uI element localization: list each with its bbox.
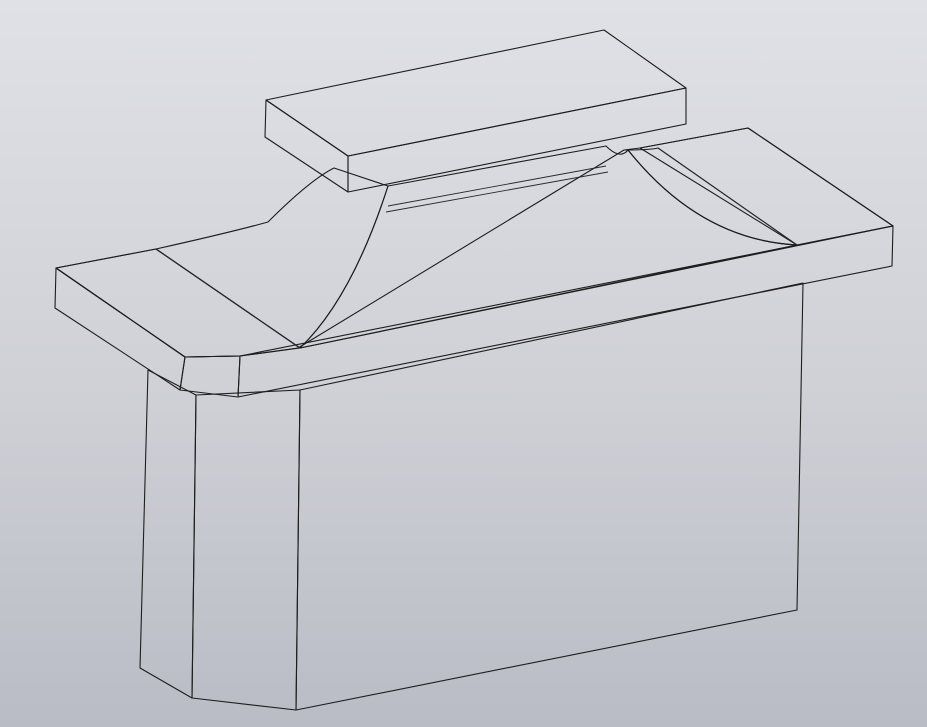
3d-part-model[interactable]: [0, 0, 927, 727]
body-front-face: [295, 282, 804, 711]
flange-top-face: [55, 127, 894, 358]
top-plate-left-face: [264, 99, 349, 193]
flange-left-seam: [155, 248, 301, 349]
neck-right-fillet: [623, 147, 798, 246]
flange-chamfer-face: [179, 355, 241, 398]
neck: [155, 145, 798, 349]
flange: [54, 127, 894, 398]
neck-seam-upper: [387, 165, 607, 207]
3d-viewport[interactable]: [0, 0, 927, 727]
flange-left-end-face: [54, 267, 186, 391]
flange-left-top-strip: [55, 248, 301, 358]
flange-right-seam: [657, 147, 798, 246]
flange-front-face: [237, 225, 894, 398]
neck-left-fillet: [155, 167, 389, 349]
flange-right-top-strip: [639, 127, 894, 246]
body-left-side-face: [139, 369, 197, 699]
top-plate-front-face: [347, 87, 687, 193]
body-block: [139, 282, 804, 711]
body-chamfer-face: [191, 389, 301, 711]
top-plate: [264, 29, 687, 193]
